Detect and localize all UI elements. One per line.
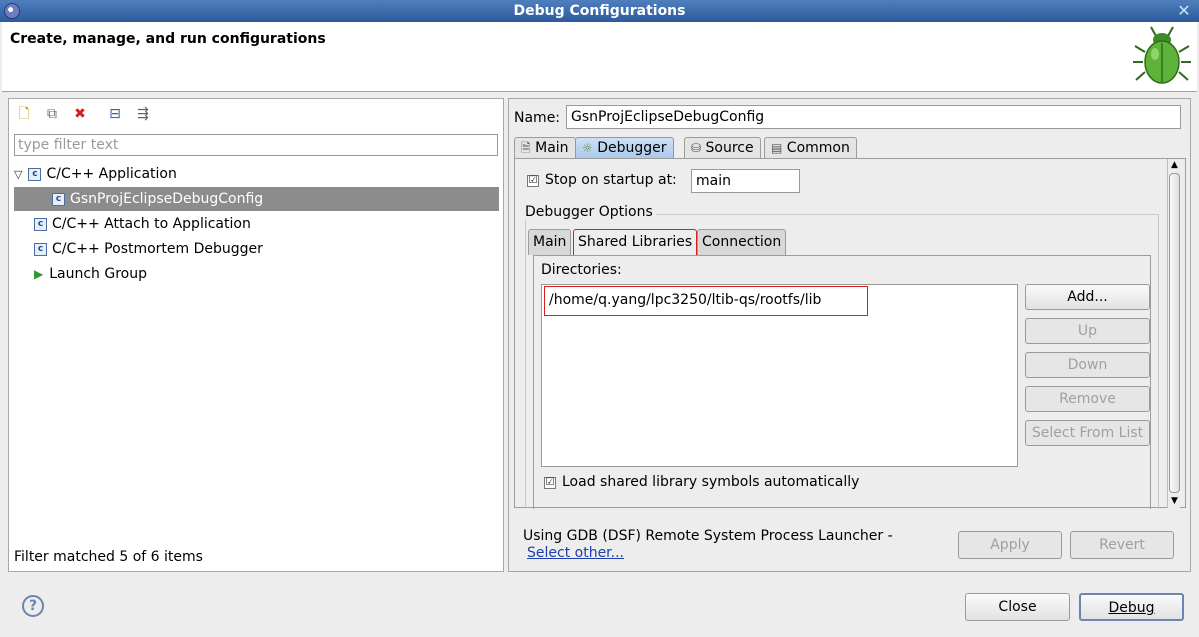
tree-item-cpp-postmortem[interactable]: c C/C++ Postmortem Debugger [14,237,499,261]
scroll-thumb[interactable] [1169,173,1180,493]
tab-main[interactable]: 🗎 Main [514,137,576,159]
add-button[interactable]: Add... [1025,284,1150,310]
expand-icon[interactable]: ▽ [14,168,22,181]
load-symbols-checkbox[interactable]: ☑ [544,477,556,489]
tab-common[interactable]: ▤ Common [764,137,857,159]
debugger-options-title: Debugger Options [525,204,656,220]
up-button[interactable]: Up [1025,318,1150,344]
tree-item-cpp-attach[interactable]: c C/C++ Attach to Application [14,212,499,236]
tree-item-label: C/C++ Postmortem Debugger [52,241,263,257]
tree-item-label: Launch Group [49,266,148,282]
filter-input[interactable] [14,134,498,156]
scroll-up-icon[interactable]: ▲ [1168,159,1181,172]
tree-item-cpp-application[interactable]: ▽ c C/C++ Application [14,162,499,186]
stop-on-startup-label: Stop on startup at: [545,172,677,188]
c-file-icon: c [28,167,42,181]
help-icon[interactable]: ? [22,595,44,617]
stop-on-startup-checkbox[interactable]: ☑ [527,175,539,187]
header-banner: Create, manage, and run configurations [2,22,1197,92]
list-item[interactable]: /home/q.yang/lpc3250/ltib-qs/rootfs/lib [544,286,868,316]
name-input[interactable] [566,105,1181,129]
bug-icon [1133,26,1191,84]
debug-button[interactable]: Debug [1079,593,1184,621]
subtab-main[interactable]: Main [528,229,572,255]
directories-label: Directories: [541,262,622,278]
tab-source[interactable]: ⛁ Source [684,137,761,159]
configuration-editor-panel: Name: 🗎 Main ☼ Debugger ⛁ Source ▤ Commo… [508,98,1191,572]
launch-group-icon: ▶ [34,267,44,281]
window-title: Debug Configurations [513,3,686,19]
c-file-icon: c [34,217,47,231]
select-other-link[interactable]: Select other... [527,545,624,561]
subtab-shared-libraries[interactable]: Shared Libraries [573,229,698,256]
collapse-all-icon[interactable]: ⊟ [105,105,125,123]
window-title-bar: Debug Configurations [0,0,1199,22]
banner-title: Create, manage, and run configurations [10,31,326,47]
debugger-tab-content: ☑ Stop on startup at: Debugger Options M… [514,158,1186,509]
vertical-scrollbar[interactable]: ▲ ▼ [1167,159,1180,508]
apply-button[interactable]: Apply [958,531,1062,559]
close-button[interactable]: Close [965,593,1070,621]
name-label: Name: [514,110,561,126]
launcher-text: Using GDB (DSF) Remote System Process La… [523,528,893,544]
debug-button-label: Debug [1108,600,1155,616]
tree-item-label: C/C++ Application [46,166,177,182]
source-tab-icon: ⛁ [691,141,702,155]
duplicate-configuration-icon[interactable]: ⧉ [42,105,62,123]
new-configuration-icon[interactable]: 🗋 [14,105,34,123]
close-window-icon[interactable]: ✕ [1175,1,1193,21]
revert-button[interactable]: Revert [1070,531,1174,559]
filter-menu-icon[interactable]: ⇶ [133,105,153,123]
c-file-icon: c [34,242,47,256]
c-file-icon: c [52,192,65,206]
stop-on-startup-input[interactable] [691,169,800,193]
remove-button[interactable]: Remove [1025,386,1150,412]
directories-list[interactable]: /home/q.yang/lpc3250/ltib-qs/rootfs/lib [541,284,1018,467]
common-tab-icon: ▤ [771,141,783,155]
eclipse-icon [4,3,20,19]
configuration-list-panel: 🗋 ⧉ ✖ ⊟ ⇶ ▽ c C/C++ Application c GsnProjEc… [8,98,504,572]
tree-item-label: C/C++ Attach to Application [52,216,251,232]
subtab-connection[interactable]: Connection [697,229,787,255]
tree-item-gsnproj-config[interactable]: c GsnProjEclipseDebugConfig [14,187,499,211]
main-tab-icon: 🗎 [521,141,531,155]
tab-debugger[interactable]: ☼ Debugger [575,137,674,159]
filter-status: Filter matched 5 of 6 items [14,549,203,565]
down-button[interactable]: Down [1025,352,1150,378]
tree-item-launch-group[interactable]: ▶ Launch Group [14,262,499,286]
select-from-list-button[interactable]: Select From List [1025,420,1150,446]
scroll-down-icon[interactable]: ▼ [1168,495,1181,508]
tree-item-label: GsnProjEclipseDebugConfig [70,191,264,207]
delete-configuration-icon[interactable]: ✖ [70,105,90,123]
debugger-tab-icon: ☼ [582,141,593,155]
load-symbols-label: Load shared library symbols automaticall… [562,474,860,490]
